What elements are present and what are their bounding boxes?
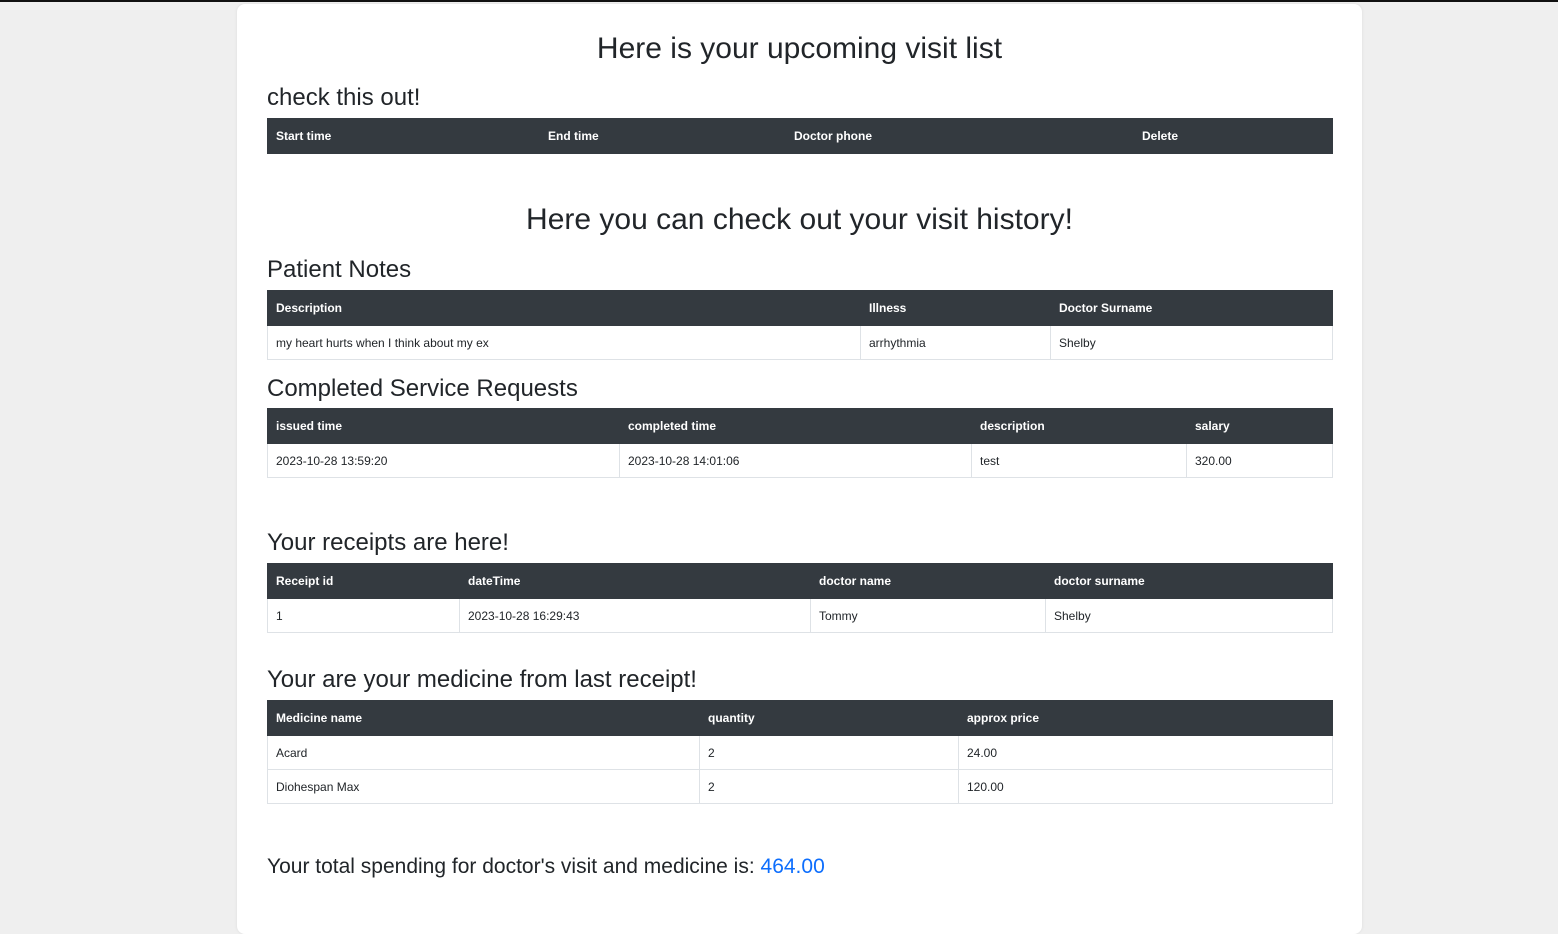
column-header-end-time: End time bbox=[539, 118, 786, 154]
column-header-doctor-phone: Doctor phone bbox=[785, 118, 1134, 154]
column-header-doctor-surname: Doctor Surname bbox=[1050, 290, 1333, 326]
medicine-price-cell: 24.00 bbox=[958, 735, 1333, 770]
column-header-datetime: dateTime bbox=[459, 563, 811, 599]
total-spending-label: Your total spending for doctor's visit a… bbox=[267, 855, 755, 878]
medicine-quantity-cell: 2 bbox=[699, 769, 959, 804]
medicine-name-cell: Diohespan Max bbox=[267, 769, 700, 804]
table-header-row: Start time End time Doctor phone Delete bbox=[267, 118, 1333, 154]
visit-history-title: Here you can check out your visit histor… bbox=[526, 203, 1073, 236]
note-illness-cell: arrhythmia bbox=[860, 325, 1051, 360]
column-header-illness: Illness bbox=[860, 290, 1051, 326]
column-header-description: Description bbox=[267, 290, 861, 326]
table-row: Diohespan Max 2 120.00 bbox=[267, 769, 1333, 804]
column-header-medicine-name: Medicine name bbox=[267, 700, 700, 736]
medicine-title: Your are your medicine from last receipt… bbox=[267, 666, 697, 693]
medicine-name-cell: Acard bbox=[267, 735, 700, 770]
table-row: 2023-10-28 13:59:20 2023-10-28 14:01:06 … bbox=[267, 443, 1333, 478]
service-requests-title: Completed Service Requests bbox=[267, 375, 578, 402]
completed-time-cell: 2023-10-28 14:01:06 bbox=[619, 443, 972, 478]
patient-notes-table: Description Illness Doctor Surname my he… bbox=[267, 290, 1333, 360]
issued-time-cell: 2023-10-28 13:59:20 bbox=[267, 443, 620, 478]
note-doctor-surname-cell: Shelby bbox=[1050, 325, 1333, 360]
salary-cell: 320.00 bbox=[1186, 443, 1333, 478]
receipts-title: Your receipts are here! bbox=[267, 529, 509, 556]
column-header-doctor-surname: doctor surname bbox=[1045, 563, 1333, 599]
column-header-delete: Delete bbox=[1133, 118, 1333, 154]
column-header-salary: salary bbox=[1186, 408, 1333, 444]
service-description-cell: test bbox=[971, 443, 1187, 478]
column-header-receipt-id: Receipt id bbox=[267, 563, 460, 599]
patient-notes-title: Patient Notes bbox=[267, 256, 412, 283]
service-requests-table: issued time completed time description s… bbox=[267, 408, 1333, 478]
receipt-doctor-name-cell: Tommy bbox=[810, 598, 1046, 633]
receipt-id-cell: 1 bbox=[267, 598, 460, 633]
table-header-row: issued time completed time description s… bbox=[267, 408, 1333, 444]
receipts-table: Receipt id dateTime doctor name doctor s… bbox=[267, 563, 1333, 633]
column-header-service-description: description bbox=[971, 408, 1187, 444]
table-header-row: Medicine name quantity approx price bbox=[267, 700, 1333, 736]
note-description-cell: my heart hurts when I think about my ex bbox=[267, 325, 861, 360]
column-header-approx-price: approx price bbox=[958, 700, 1333, 736]
medicine-table: Medicine name quantity approx price Acar… bbox=[267, 700, 1333, 804]
column-header-issued-time: issued time bbox=[267, 408, 620, 444]
column-header-doctor-name: doctor name bbox=[810, 563, 1046, 599]
total-spending-amount: 464.00 bbox=[760, 855, 825, 878]
table-row: my heart hurts when I think about my ex … bbox=[267, 325, 1333, 360]
table-header-row: Description Illness Doctor Surname bbox=[267, 290, 1333, 326]
content-card: Here is your upcoming visit list check t… bbox=[237, 4, 1362, 934]
table-row: Acard 2 24.00 bbox=[267, 735, 1333, 770]
medicine-price-cell: 120.00 bbox=[958, 769, 1333, 804]
table-header-row: Receipt id dateTime doctor name doctor s… bbox=[267, 563, 1333, 599]
upcoming-visits-subtitle: check this out! bbox=[267, 84, 421, 111]
receipt-datetime-cell: 2023-10-28 16:29:43 bbox=[459, 598, 811, 633]
column-header-completed-time: completed time bbox=[619, 408, 972, 444]
table-row: 1 2023-10-28 16:29:43 Tommy Shelby bbox=[267, 598, 1333, 633]
column-header-start-time: Start time bbox=[267, 118, 540, 154]
total-spending: Your total spending for doctor's visit a… bbox=[267, 854, 825, 880]
upcoming-visits-title: Here is your upcoming visit list bbox=[596, 32, 1003, 65]
medicine-quantity-cell: 2 bbox=[699, 735, 959, 770]
window-top-border bbox=[0, 0, 1558, 2]
receipt-doctor-surname-cell: Shelby bbox=[1045, 598, 1333, 633]
column-header-quantity: quantity bbox=[699, 700, 959, 736]
upcoming-visits-table: Start time End time Doctor phone Delete bbox=[267, 118, 1333, 154]
